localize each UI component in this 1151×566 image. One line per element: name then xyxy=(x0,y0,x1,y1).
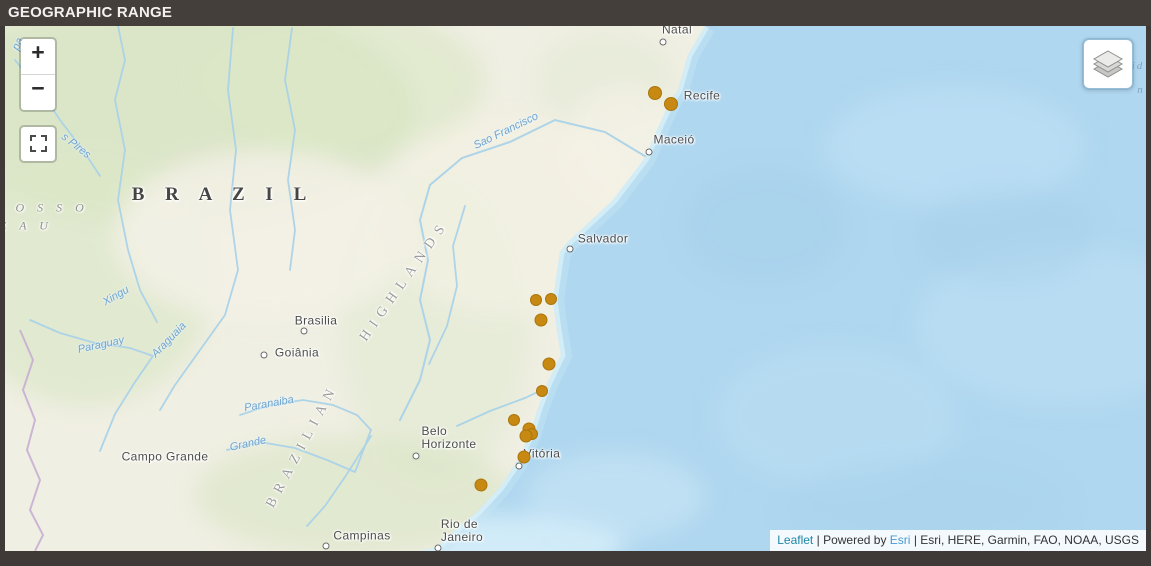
panel-header: GEOGRAPHIC RANGE xyxy=(0,0,1151,26)
zoom-in-button[interactable]: + xyxy=(21,39,55,74)
occurrence-marker[interactable] xyxy=(543,358,556,371)
leaflet-map[interactable]: NatalRecifeMaceióSalvadorBrasiliaGoiânia… xyxy=(5,26,1146,551)
attribution-providers: Esri, HERE, Garmin, FAO, NOAA, USGS xyxy=(920,533,1139,547)
leaflet-link[interactable]: Leaflet xyxy=(777,533,813,547)
layers-control[interactable] xyxy=(1082,38,1134,90)
basemap-graphics xyxy=(5,26,1146,551)
fullscreen-button[interactable] xyxy=(19,125,57,163)
occurrence-marker[interactable] xyxy=(530,294,542,306)
zoom-out-button[interactable]: − xyxy=(21,75,55,110)
city-marker xyxy=(413,453,420,460)
attribution-separator: | xyxy=(817,533,820,547)
map-attribution: Leaflet | Powered by Esri | Esri, HERE, … xyxy=(770,530,1146,551)
city-marker xyxy=(646,149,653,156)
city-marker xyxy=(323,543,330,550)
powered-by-text: Powered by xyxy=(823,533,886,547)
occurrence-marker[interactable] xyxy=(536,385,548,397)
city-marker xyxy=(516,463,523,470)
occurrence-marker[interactable] xyxy=(545,293,557,305)
fullscreen-icon xyxy=(30,135,47,152)
layers-icon xyxy=(1092,49,1124,79)
city-marker xyxy=(301,328,308,335)
occurrence-marker[interactable] xyxy=(648,86,662,100)
city-marker xyxy=(567,246,574,253)
attribution-separator: | xyxy=(914,533,917,547)
occurrence-marker[interactable] xyxy=(518,451,531,464)
city-marker xyxy=(660,39,667,46)
occurrence-marker[interactable] xyxy=(664,97,678,111)
city-marker xyxy=(435,545,442,552)
occurrence-marker[interactable] xyxy=(475,479,488,492)
zoom-control: + − xyxy=(19,37,57,112)
panel-title: GEOGRAPHIC RANGE xyxy=(8,4,172,21)
esri-link[interactable]: Esri xyxy=(890,533,911,547)
occurrence-marker[interactable] xyxy=(520,430,533,443)
city-marker xyxy=(261,352,268,359)
occurrence-marker[interactable] xyxy=(535,314,548,327)
occurrence-marker[interactable] xyxy=(508,414,520,426)
